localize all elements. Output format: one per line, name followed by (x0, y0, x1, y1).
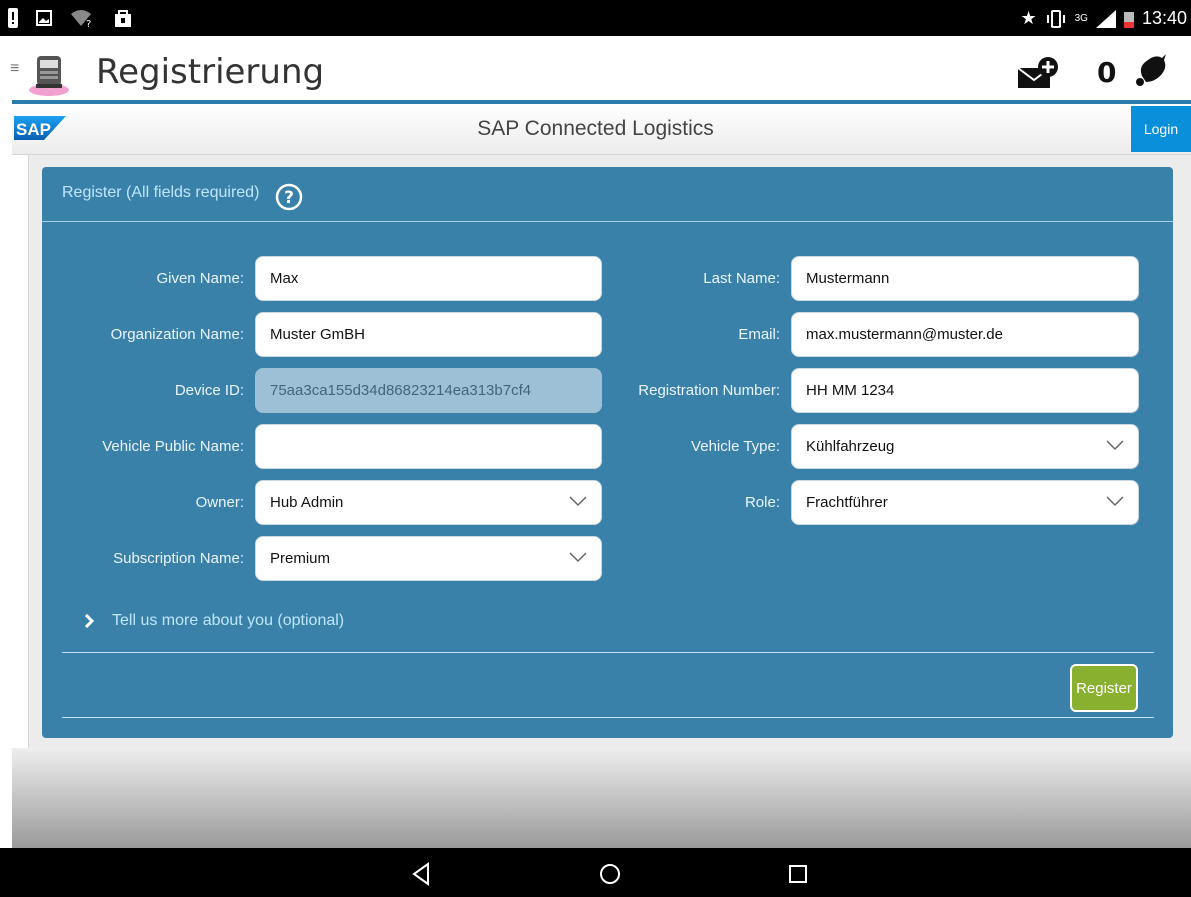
subscription-name-select-value: Premium (270, 550, 331, 567)
vibrate-icon (1046, 9, 1065, 28)
empty-area (12, 748, 1191, 848)
clock: 13:40 (1141, 8, 1187, 28)
alert-icon (8, 8, 18, 28)
sap-header-title: SAP Connected Logistics (477, 117, 714, 140)
shop-bag-icon (115, 10, 131, 27)
svg-text:?: ? (284, 188, 294, 208)
owner-select-value: Hub Admin (270, 494, 344, 511)
bell-icon[interactable] (1132, 52, 1168, 88)
header-divider (42, 221, 1173, 222)
register-button[interactable]: Register (1070, 664, 1138, 712)
registration-number-field[interactable]: HH MM 1234 (791, 368, 1139, 413)
tell-more-toggle[interactable]: Tell us more about you (optional) (84, 612, 344, 630)
owner-select[interactable]: Hub Admin (255, 480, 602, 525)
menu-icon[interactable]: ≡ (10, 60, 19, 78)
home-icon[interactable] (596, 860, 624, 888)
back-icon[interactable] (408, 860, 436, 888)
vehicle-type-label: Vehicle Type: (691, 438, 780, 455)
role-label: Role: (744, 494, 780, 511)
vehicle-type-select-value: Kühlfahrzeug (806, 438, 895, 455)
subscription-name-select[interactable]: Premium (255, 536, 602, 581)
chevron-down-icon (1106, 440, 1124, 451)
role-select-value: Frachtführer (806, 494, 888, 511)
registration-number-label: Registration Number: (638, 382, 780, 399)
role-select[interactable]: Frachtführer (791, 480, 1139, 525)
chevron-down-icon (1106, 496, 1124, 507)
email-label: Email: (738, 326, 780, 343)
svg-text:?: ? (86, 19, 91, 28)
recents-icon[interactable] (784, 860, 812, 888)
battery-icon (1123, 11, 1134, 28)
given-name-field[interactable]: Max (255, 256, 602, 301)
star-icon: ★ (1020, 8, 1037, 28)
vehicle-public-name-label: Vehicle Public Name: (102, 438, 244, 455)
device-id-field: 75aa3ca155d34d86823214ea313b7cf4 (255, 368, 602, 413)
mail-add-icon[interactable] (1016, 56, 1060, 90)
last-name-label: Last Name: (703, 270, 780, 287)
divider (62, 717, 1154, 718)
subscription-name-label: Subscription Name: (113, 550, 244, 567)
chevron-down-icon (569, 496, 587, 507)
given-name-label: Given Name: (156, 270, 244, 287)
organization-name-field[interactable]: Muster GmBH (255, 312, 602, 357)
signal-icon (1095, 9, 1116, 28)
tell-more-label: Tell us more about you (optional) (112, 612, 345, 629)
owner-label: Owner: (195, 494, 244, 511)
last-name-field[interactable]: Mustermann (791, 256, 1139, 301)
login-button[interactable]: Login (1131, 106, 1191, 152)
organization-name-label: Organization Name: (110, 326, 244, 343)
status-icons-left: ? (8, 8, 132, 28)
status-icons-right: ★ 3G 13:40 (1020, 8, 1187, 29)
network-type: 3G (1074, 13, 1088, 24)
chevron-down-icon (569, 552, 587, 563)
image-icon (36, 10, 52, 26)
wifi-question-icon: ? (71, 10, 91, 28)
notification-count: 0 (1097, 56, 1117, 89)
help-icon[interactable]: ? (275, 183, 303, 211)
email-field[interactable]: max.mustermann@muster.de (791, 312, 1139, 357)
divider (62, 652, 1154, 653)
chevron-right-icon (84, 614, 94, 628)
vehicle-public-name-field[interactable] (255, 424, 602, 469)
status-bar: ? ★ 3G 13:40 (0, 0, 1191, 36)
device-id-label: Device ID: (174, 382, 244, 399)
app-logo[interactable] (28, 52, 70, 96)
page-title: Registrierung (96, 52, 325, 92)
vehicle-type-select[interactable]: Kühlfahrzeug (791, 424, 1139, 469)
register-heading: Register (All fields required) (62, 184, 260, 201)
